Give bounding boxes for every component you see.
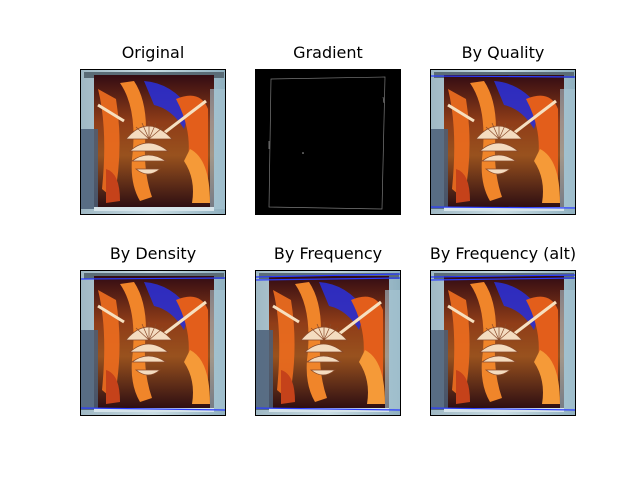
- by-quality-image: [430, 69, 576, 215]
- panel-title: By Frequency (alt): [429, 244, 577, 263]
- panel-title: By Quality: [461, 43, 545, 62]
- gradient-image: [255, 69, 401, 215]
- by-frequency-alt-image: [430, 270, 576, 416]
- by-density-image: [80, 270, 226, 416]
- by-frequency-image: [255, 270, 401, 416]
- original-image: [80, 69, 226, 215]
